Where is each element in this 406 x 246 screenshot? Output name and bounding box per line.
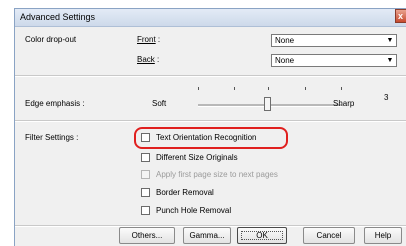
back-label-text: Back — [137, 55, 155, 64]
different-size-checkbox[interactable] — [141, 153, 150, 162]
color-dropout-label: Color drop-out — [25, 35, 77, 44]
border-removal-checkbox[interactable] — [141, 188, 150, 197]
punch-hole-removal-label: Punch Hole Removal — [156, 206, 232, 215]
back-select-value: None — [275, 56, 295, 65]
slider-tick — [305, 87, 306, 90]
gamma-button[interactable]: Gamma... — [183, 227, 231, 244]
chevron-down-icon[interactable]: ▼ — [384, 35, 396, 46]
soft-label: Soft — [152, 99, 167, 108]
sharp-label: Sharp — [333, 99, 355, 108]
different-size-label: Different Size Originals — [156, 153, 238, 162]
focus-ring — [241, 231, 283, 240]
chevron-down-icon[interactable]: ▼ — [384, 55, 396, 66]
front-select[interactable]: None ▼ — [271, 34, 397, 47]
border-removal-label: Border Removal — [156, 188, 214, 197]
close-icon: x — [398, 11, 404, 21]
cancel-button[interactable]: Cancel — [303, 227, 355, 244]
slider-tick — [341, 87, 342, 90]
edge-emphasis-value: 3 — [384, 93, 389, 102]
punch-hole-removal-checkbox[interactable] — [141, 206, 150, 215]
title-bar[interactable]: Advanced Settings x — [15, 9, 406, 27]
highlight-outline — [134, 127, 288, 149]
slider-tick — [198, 87, 199, 90]
edge-emphasis-slider-thumb[interactable] — [264, 97, 271, 111]
filter-settings-label: Filter Settings : — [25, 133, 79, 142]
edge-emphasis-label: Edge emphasis : — [25, 99, 85, 108]
slider-tick — [234, 87, 235, 90]
slider-tick — [268, 87, 269, 90]
back-select[interactable]: None ▼ — [271, 54, 397, 67]
help-button[interactable]: Help — [364, 227, 402, 244]
ok-button[interactable]: OK — [237, 227, 287, 244]
front-select-value: None — [275, 36, 295, 45]
divider — [15, 75, 406, 77]
front-label: Front : — [137, 35, 161, 44]
others-button[interactable]: Others... — [119, 227, 175, 244]
front-label-text: Front — [137, 35, 156, 44]
dialog-title: Advanced Settings — [20, 12, 96, 22]
advanced-settings-dialog: Advanced Settings x Color drop-out Front… — [14, 8, 406, 246]
apply-first-page-size-checkbox[interactable] — [141, 170, 150, 179]
back-label: Back : — [137, 55, 160, 64]
apply-first-page-size-label: Apply first page size to next pages — [156, 170, 278, 179]
close-button[interactable]: x — [395, 9, 406, 23]
divider — [15, 120, 406, 122]
